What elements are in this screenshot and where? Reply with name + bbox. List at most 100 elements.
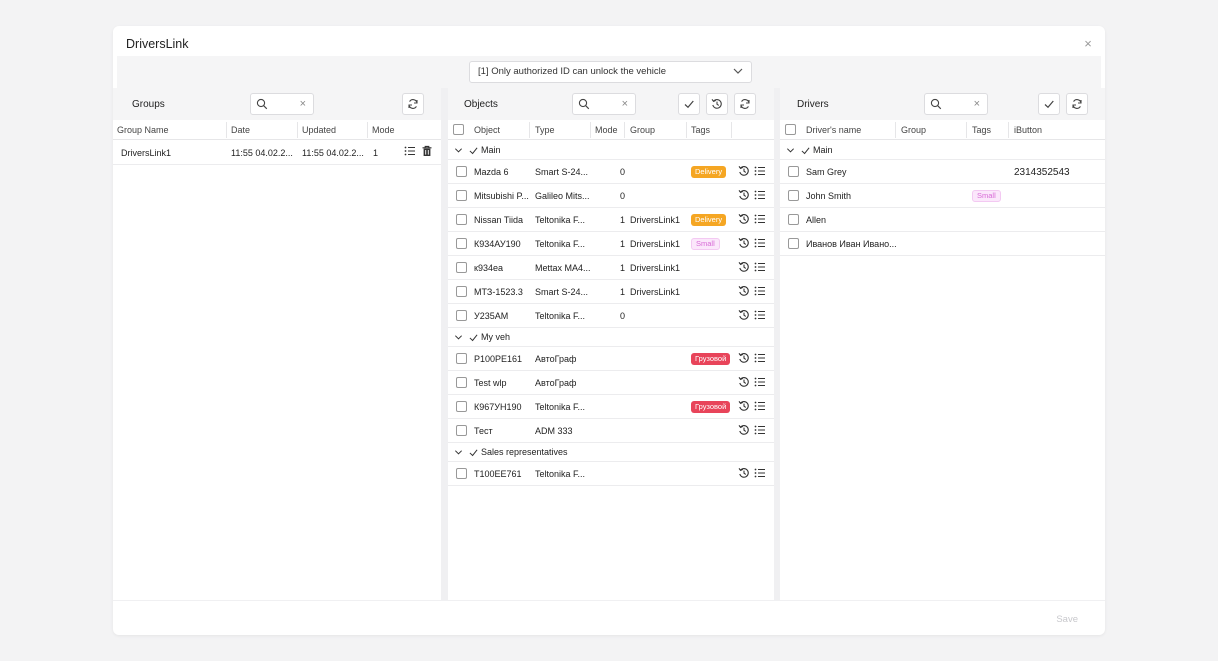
row-checkbox[interactable] — [456, 190, 467, 201]
history-icon[interactable] — [738, 237, 750, 249]
history-icon[interactable] — [738, 261, 750, 273]
list-icon[interactable] — [754, 285, 766, 297]
object-name: Mitsubishi P... — [474, 191, 529, 201]
row-checkbox[interactable] — [456, 425, 467, 436]
col-date[interactable]: Date — [231, 125, 250, 136]
row-checkbox[interactable] — [456, 286, 467, 297]
history-icon[interactable] — [738, 213, 750, 225]
objects-refresh-button[interactable] — [734, 93, 756, 115]
row-checkbox[interactable] — [456, 238, 467, 249]
table-row[interactable]: к934еа Mettax MA4... 1 DriversLink1 — [448, 256, 774, 280]
select-all-objects-checkbox[interactable] — [453, 124, 464, 135]
col-mode[interactable]: Mode — [595, 125, 618, 136]
objects-check-button[interactable] — [678, 93, 700, 115]
col-mode[interactable]: Mode — [372, 125, 395, 136]
drivers-check-button[interactable] — [1038, 93, 1060, 115]
list-icon[interactable] — [754, 261, 766, 273]
groups-refresh-button[interactable] — [402, 93, 424, 115]
group-row[interactable]: Main — [780, 141, 1105, 160]
close-icon[interactable]: × — [300, 98, 306, 110]
col-object[interactable]: Object — [474, 125, 500, 136]
drivers-search-input[interactable]: × — [924, 93, 988, 115]
col-tags[interactable]: Tags — [972, 125, 991, 136]
col-updated[interactable]: Updated — [302, 125, 336, 136]
list-icon[interactable] — [754, 376, 766, 388]
list-icon[interactable] — [754, 165, 766, 177]
col-driver-name[interactable]: Driver's name — [806, 125, 861, 136]
col-group[interactable]: Group — [630, 125, 655, 136]
chevron-down-icon[interactable] — [454, 333, 463, 342]
history-icon[interactable] — [738, 189, 750, 201]
object-mode: 1 — [620, 263, 626, 273]
list-icon[interactable] — [754, 400, 766, 412]
chevron-down-icon[interactable] — [454, 146, 463, 155]
chevron-down-icon[interactable] — [786, 146, 795, 155]
row-checkbox[interactable] — [456, 310, 467, 321]
chevron-down-icon[interactable] — [454, 448, 463, 457]
history-icon[interactable] — [738, 285, 750, 297]
history-icon[interactable] — [738, 467, 750, 479]
group-row[interactable]: Main — [448, 141, 774, 160]
list-icon[interactable] — [754, 189, 766, 201]
list-icon[interactable] — [754, 352, 766, 364]
row-checkbox[interactable] — [456, 377, 467, 388]
close-icon[interactable]: × — [622, 98, 628, 110]
list-icon[interactable] — [404, 145, 416, 157]
group-row[interactable]: Sales representatives — [448, 443, 774, 462]
table-row[interactable]: Mazda 6 Smart S-24... 0 Delivery — [448, 160, 774, 184]
mode-select[interactable]: [1] Only authorized ID can unlock the ve… — [469, 61, 752, 83]
list-icon[interactable] — [754, 424, 766, 436]
table-row[interactable]: Тест ADM 333 — [448, 419, 774, 443]
table-row[interactable]: John Smith Small — [780, 184, 1105, 208]
col-ibutton[interactable]: iButton — [1014, 125, 1042, 136]
col-group-name[interactable]: Group Name — [117, 125, 169, 136]
table-row[interactable]: Sam Grey 2314352543 — [780, 160, 1105, 184]
groups-search-input[interactable]: × — [250, 93, 314, 115]
history-icon[interactable] — [738, 352, 750, 364]
col-tags[interactable]: Tags — [691, 125, 710, 136]
list-icon[interactable] — [754, 213, 766, 225]
select-all-drivers-checkbox[interactable] — [785, 124, 796, 135]
table-row[interactable]: DriversLink1 11:55 04.02.2... 11:55 04.0… — [113, 141, 441, 165]
table-row[interactable]: Mitsubishi P... Galileo Mits... 0 — [448, 184, 774, 208]
list-icon[interactable] — [754, 309, 766, 321]
save-button[interactable]: Save — [1056, 614, 1078, 625]
row-checkbox[interactable] — [456, 214, 467, 225]
table-row[interactable]: Allen — [780, 208, 1105, 232]
row-checkbox[interactable] — [788, 190, 799, 201]
groups-panel: Groups × Group Name Date Updated Mode Dr… — [113, 88, 441, 600]
history-icon[interactable] — [738, 400, 750, 412]
history-icon[interactable] — [738, 165, 750, 177]
group-row[interactable]: My veh — [448, 328, 774, 347]
table-row[interactable]: К967УН190 Teltonika F... Грузовой — [448, 395, 774, 419]
row-checkbox[interactable] — [456, 166, 467, 177]
list-icon[interactable] — [754, 237, 766, 249]
row-checkbox[interactable] — [456, 353, 467, 364]
table-row[interactable]: Иванов Иван Ивано... — [780, 232, 1105, 256]
drivers-refresh-button[interactable] — [1066, 93, 1088, 115]
trash-icon[interactable] — [421, 145, 433, 157]
table-row[interactable]: К934АУ190 Teltonika F... 1 DriversLink1 Smal… — [448, 232, 774, 256]
row-checkbox[interactable] — [456, 401, 467, 412]
row-checkbox[interactable] — [788, 214, 799, 225]
row-checkbox[interactable] — [456, 262, 467, 273]
row-checkbox[interactable] — [456, 468, 467, 479]
col-type[interactable]: Type — [535, 125, 555, 136]
col-group[interactable]: Group — [901, 125, 926, 136]
table-row[interactable]: Т100ЕЕ761 Teltonika F... — [448, 462, 774, 486]
row-checkbox[interactable] — [788, 166, 799, 177]
table-row[interactable]: У235АМ Teltonika F... 0 — [448, 304, 774, 328]
list-icon[interactable] — [754, 467, 766, 479]
row-checkbox[interactable] — [788, 238, 799, 249]
history-icon[interactable] — [738, 376, 750, 388]
table-row[interactable]: Р100РЕ161 АвтоГраф Грузовой — [448, 347, 774, 371]
objects-history-button[interactable] — [706, 93, 728, 115]
table-row[interactable]: Test wlp АвтоГраф — [448, 371, 774, 395]
history-icon[interactable] — [738, 424, 750, 436]
history-icon[interactable] — [738, 309, 750, 321]
close-icon[interactable]: × — [974, 98, 980, 110]
objects-search-input[interactable]: × — [572, 93, 636, 115]
table-row[interactable]: МТЗ-1523.3 Smart S-24... 1 DriversLink1 — [448, 280, 774, 304]
table-row[interactable]: Nissan Tiida Teltonika F... 1 DriversLink1 D… — [448, 208, 774, 232]
close-icon[interactable]: × — [1082, 37, 1094, 50]
